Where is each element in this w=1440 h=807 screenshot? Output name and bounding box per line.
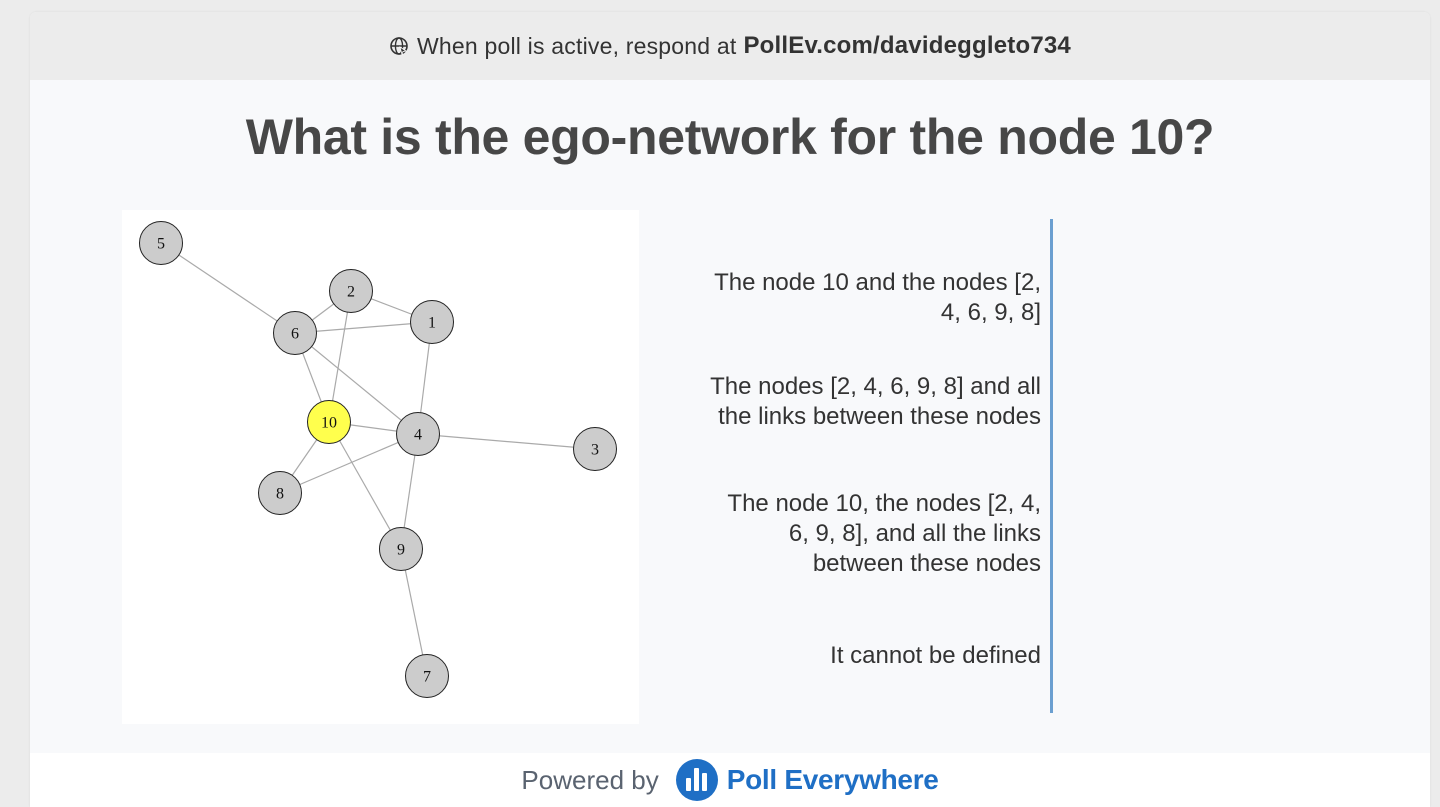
graph-node-label-5: 5 <box>157 236 165 253</box>
graph-node-label-8: 8 <box>276 486 284 503</box>
question-title: What is the ego-network for the node 10? <box>245 109 1215 165</box>
graph-edge-4-3 <box>417 433 596 450</box>
graph-node-label-10: 10 <box>321 415 337 432</box>
poll-everywhere-logo-icon <box>675 759 718 801</box>
poll-url-link[interactable]: PollEv.com/davideggleto734 <box>743 32 1071 60</box>
answer-option-3[interactable]: The node 10, the nodes [2, 4, 6, 9, 8], … <box>710 489 1041 579</box>
graph-node-label-2: 2 <box>347 284 355 301</box>
powered-by-label: Powered by <box>521 764 659 795</box>
graph-node-label-1: 1 <box>428 315 436 332</box>
graph-node-label-6: 6 <box>291 326 299 343</box>
graph-node-label-3: 3 <box>591 442 599 459</box>
results-divider <box>1050 219 1053 713</box>
network-graph-image: 5 2 1 6 10 4 3 8 9 7 <box>122 210 639 724</box>
instructions-text: When poll is active, respond at <box>417 32 737 59</box>
answer-option-1[interactable]: The node 10 and the nodes [2, 4, 6, 9, 8… <box>710 268 1041 328</box>
graph-node-label-9: 9 <box>397 542 405 559</box>
response-instructions-bar: When poll is active, respond at PollEv.c… <box>30 12 1430 80</box>
graph-edge-5-6 <box>160 242 296 334</box>
graph-node-label-4: 4 <box>414 427 422 444</box>
answer-option-2[interactable]: The nodes [2, 4, 6, 9, 8] and all the li… <box>710 372 1041 432</box>
graph-node-label-7: 7 <box>423 669 431 686</box>
globe-icon <box>390 37 408 56</box>
footer: Powered by Poll Everywhere <box>30 753 1430 807</box>
poll-card: When poll is active, respond at PollEv.c… <box>30 12 1430 807</box>
poll-everywhere-brand[interactable]: Poll Everywhere <box>727 764 939 796</box>
answer-options: The node 10 and the nodes [2, 4, 6, 9, 8… <box>710 232 1041 722</box>
answer-option-4[interactable]: It cannot be defined <box>710 641 1041 671</box>
